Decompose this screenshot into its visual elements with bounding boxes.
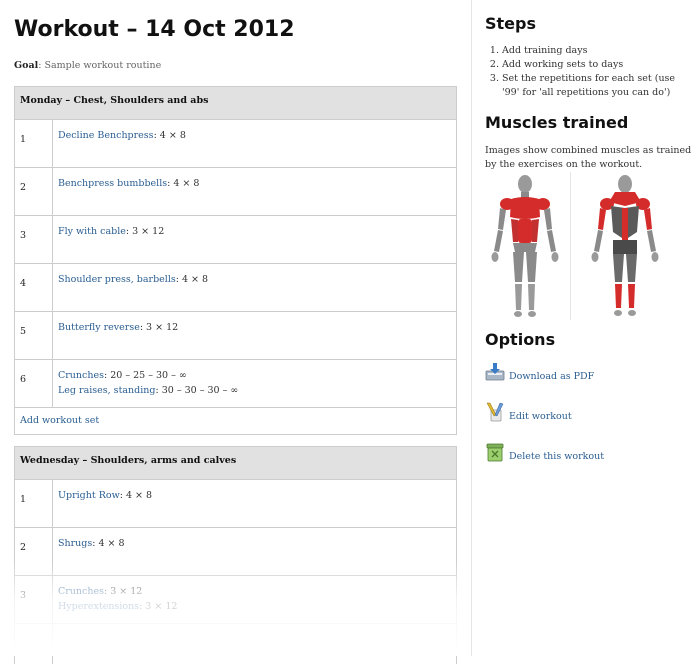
set-number: 4	[15, 264, 53, 311]
set-row: 2 Benchpress bumbbells: 4 × 8	[15, 168, 456, 216]
page-title: Workout – 14 Oct 2012	[14, 17, 295, 42]
exercise-link[interactable]: Shoulder press, barbells	[58, 274, 176, 285]
goal-text: Sample workout routine	[44, 60, 162, 71]
exercise-reps: 4 × 8	[125, 490, 153, 501]
options-heading: Options	[485, 330, 556, 349]
set-number: 3	[15, 216, 53, 263]
set-number: 3	[15, 576, 53, 623]
exercise-link[interactable]: Decline Benchpress	[58, 130, 154, 141]
set-row: 4 Shoulder press, barbells: 4 × 8	[15, 264, 456, 312]
steps-list: Add training days Add working sets to da…	[485, 44, 695, 100]
set-number: 1	[15, 120, 53, 167]
column-divider	[471, 0, 472, 656]
exercise-reps: 4 × 8	[181, 274, 209, 285]
step-item: Add training days	[502, 44, 695, 58]
steps-heading: Steps	[485, 14, 536, 33]
step-item: Add working sets to days	[502, 58, 695, 72]
muscles-description: Images show combined muscles as trained …	[485, 145, 692, 170]
day-header[interactable]: Monday – Chest, Shoulders and abs	[15, 87, 456, 120]
set-number: 1	[15, 480, 53, 527]
set-row: 6 Crunches: 20 – 25 – 30 – ∞ Leg raises,…	[15, 360, 456, 408]
exercise-reps: 4 × 8	[98, 538, 125, 549]
exercise-link[interactable]: Crunches	[58, 370, 104, 381]
set-number: 2	[15, 168, 53, 215]
exercise-reps: 4 × 8	[173, 178, 200, 189]
muscles-heading: Muscles trained	[485, 113, 629, 132]
exercise-link[interactable]: Upright Row	[58, 490, 120, 501]
edit-workout-link[interactable]: Edit workout	[509, 411, 572, 422]
exercise-reps: 3 × 12	[110, 586, 143, 597]
exercise-link[interactable]: Benchpress bumbbells	[58, 178, 167, 189]
set-row: 5 Butterfly reverse: 3 × 12	[15, 312, 456, 360]
set-row: 1 Decline Benchpress: 4 × 8	[15, 120, 456, 168]
figure-separator	[570, 172, 571, 320]
download-pdf-icon	[485, 363, 505, 381]
goal-label: Goal	[14, 60, 39, 71]
set-number: 6	[15, 360, 53, 407]
delete-icon	[486, 443, 504, 462]
edit-workout-option[interactable]: Edit workout	[485, 402, 572, 422]
set-row: 1 Upright Row: 4 × 8	[15, 480, 456, 528]
muscle-map-back	[591, 175, 659, 316]
day-header[interactable]: Wednesday – Shoulders, arms and calves	[15, 447, 456, 480]
set-row: 3 Fly with cable: 3 × 12	[15, 216, 456, 264]
edit-icon	[486, 402, 504, 422]
exercise-reps: 20 – 25 – 30 – ∞	[110, 370, 187, 381]
exercise-reps: 30 – 30 – 30 – ∞	[161, 385, 239, 396]
exercise-link[interactable]: Crunches	[58, 586, 104, 597]
download-pdf-link[interactable]: Download as PDF	[509, 371, 594, 382]
delete-workout-option[interactable]: Delete this workout	[485, 442, 604, 462]
exercise-link[interactable]: Butterfly reverse	[58, 322, 140, 333]
add-workout-set-link[interactable]: Add workout set	[20, 415, 99, 426]
download-pdf-option[interactable]: Download as PDF	[485, 362, 594, 382]
day-wednesday: Wednesday – Shoulders, arms and calves 1…	[14, 446, 457, 664]
exercise-reps: 3 × 12	[145, 601, 178, 612]
set-row-partial	[15, 624, 456, 664]
set-number: 5	[15, 312, 53, 359]
delete-workout-link[interactable]: Delete this workout	[509, 451, 604, 462]
exercise-reps: 4 × 8	[159, 130, 186, 141]
set-row: 3 Crunches: 3 × 12 Hyperextensions: 3 × …	[15, 576, 456, 624]
set-row: 2 Shrugs: 4 × 8	[15, 528, 456, 576]
exercise-link[interactable]: Leg raises, standing	[58, 385, 155, 396]
muscle-map-front	[491, 175, 559, 317]
exercise-reps: 3 × 12	[132, 226, 165, 237]
goal-line: Goal: Sample workout routine	[14, 60, 162, 71]
exercise-link[interactable]: Shrugs	[58, 538, 92, 549]
set-number: 2	[15, 528, 53, 575]
step-item: Set the repetitions for each set (use '9…	[502, 72, 695, 100]
exercise-reps: 3 × 12	[146, 322, 179, 333]
exercise-link[interactable]: Hyperextensions	[58, 601, 139, 612]
exercise-link[interactable]: Fly with cable	[58, 226, 126, 237]
day-monday: Monday – Chest, Shoulders and abs 1 Decl…	[14, 86, 457, 435]
